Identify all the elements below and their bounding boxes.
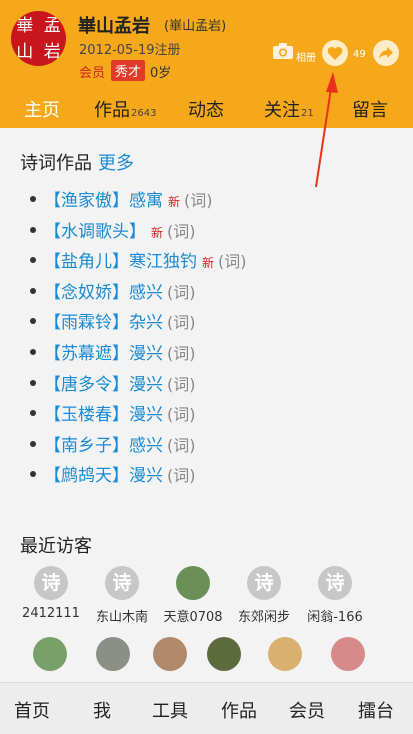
- member-label: 会员: [79, 66, 106, 81]
- section-heading: 诗词作品: [20, 153, 92, 174]
- share-button[interactable]: [373, 40, 399, 66]
- avatar[interactable]: [268, 637, 302, 671]
- rank-badge: 秀才: [111, 60, 146, 81]
- share-arrow-icon: [379, 47, 393, 59]
- poem-item[interactable]: 【苏幕遮】漫兴 (词): [30, 339, 400, 370]
- visitor[interactable]: 诗 东郊闲步: [228, 566, 300, 625]
- poem-item[interactable]: 【渔家傲】感寓新 (词): [30, 186, 400, 217]
- nav-members[interactable]: 会员: [289, 697, 325, 723]
- seal-char: 岩: [43, 42, 61, 62]
- poem-title[interactable]: 【玉楼春】漫兴: [44, 405, 163, 425]
- visitor[interactable]: 诗 2412111: [15, 566, 87, 621]
- poem-item[interactable]: 【南乡子】感兴 (词): [30, 431, 400, 462]
- poem-item[interactable]: 【水调歌头】新 (词): [30, 217, 400, 248]
- poem-item[interactable]: 【盐角儿】寒江独钓新 (词): [30, 247, 400, 278]
- tab-works[interactable]: 作品2643: [94, 96, 156, 122]
- nav-home[interactable]: 首页: [14, 697, 50, 723]
- poem-kind: (词): [167, 282, 196, 302]
- poem-kind: (词): [167, 343, 196, 363]
- poem-kind: (词): [218, 252, 247, 272]
- poem-title[interactable]: 【唐多令】漫兴: [44, 375, 163, 395]
- visitor[interactable]: 诗 东山木南: [86, 566, 158, 625]
- seal-char: 山: [16, 42, 34, 62]
- camera-icon[interactable]: [272, 42, 294, 60]
- poem-title[interactable]: 【渔家傲】感寓: [44, 191, 163, 211]
- tab-label: 动态: [188, 100, 224, 121]
- tab-home[interactable]: 主页: [24, 96, 60, 122]
- poem-item[interactable]: 【鹧鸪天】漫兴 (词): [30, 461, 400, 492]
- poem-kind: (词): [167, 435, 196, 455]
- poem-item[interactable]: 【雨霖铃】杂兴 (词): [30, 308, 400, 339]
- album-label: 相册: [296, 53, 316, 64]
- avatar[interactable]: [207, 637, 241, 671]
- heart-icon: [327, 46, 343, 60]
- poem-title[interactable]: 【水调歌头】: [44, 222, 146, 242]
- visitor-name: 天意0708: [163, 610, 223, 625]
- avatar: 诗: [34, 566, 68, 600]
- avatar[interactable]: [33, 637, 67, 671]
- seal-char: 孟: [43, 16, 61, 36]
- poems-section-title: 诗词作品 更多: [20, 149, 134, 175]
- like-button[interactable]: [322, 40, 348, 66]
- nav-arena[interactable]: 擂台: [358, 697, 394, 723]
- tab-label: 主页: [24, 100, 60, 121]
- bottom-nav: 首页 我 工具 作品 会员 擂台: [0, 682, 413, 734]
- tab-following[interactable]: 关注21: [264, 96, 314, 122]
- tab-label: 留言: [352, 100, 388, 121]
- profile-alias: (崋山孟岩): [164, 19, 227, 34]
- visitor[interactable]: 天意0708: [157, 566, 229, 625]
- nav-tools[interactable]: 工具: [152, 697, 188, 723]
- tab-count: 21: [301, 108, 314, 119]
- poem-kind: (词): [167, 466, 196, 486]
- avatar-seal[interactable]: 崋 孟 山 岩: [11, 11, 66, 66]
- poem-item[interactable]: 【念奴娇】感兴 (词): [30, 278, 400, 309]
- tab-activity[interactable]: 动态: [188, 96, 224, 122]
- profile-tabs: 主页 作品2643 动态 关注21 留言: [0, 90, 413, 128]
- likes-count: 49: [353, 49, 366, 60]
- new-badge: 新: [168, 195, 181, 209]
- nav-me[interactable]: 我: [93, 697, 111, 723]
- avatar: [176, 566, 210, 600]
- visitor-name: 闲翁-166: [307, 610, 363, 625]
- poem-title[interactable]: 【南乡子】感兴: [44, 436, 163, 456]
- poem-kind: (词): [167, 374, 196, 394]
- poem-title[interactable]: 【念奴娇】感兴: [44, 283, 163, 303]
- poem-kind: (词): [167, 405, 196, 425]
- new-badge: 新: [202, 256, 215, 271]
- poem-kind: (词): [184, 191, 213, 210]
- avatar[interactable]: [96, 637, 130, 671]
- avatar: 诗: [318, 566, 352, 600]
- poem-item[interactable]: 【唐多令】漫兴 (词): [30, 370, 400, 401]
- profile-header: 崋 孟 山 岩 崋山孟岩 (崋山孟岩) 2012-05-19注册 会员 秀才 0…: [0, 0, 413, 90]
- tab-count: 2643: [131, 108, 157, 119]
- nav-works[interactable]: 作品: [221, 697, 257, 723]
- poem-list: 【渔家傲】感寓新 (词) 【水调歌头】新 (词) 【盐角儿】寒江独钓新 (词) 【念奴…: [30, 186, 400, 492]
- visitors-section-title: 最近访客: [20, 536, 92, 557]
- poem-title[interactable]: 【雨霖铃】杂兴: [44, 313, 163, 333]
- profile-name: 崋山孟岩: [78, 16, 150, 37]
- poem-kind: (词): [167, 221, 196, 241]
- tab-label: 关注: [264, 100, 300, 121]
- seal-char: 崋: [16, 16, 34, 36]
- tab-messages[interactable]: 留言: [352, 96, 388, 122]
- poem-item[interactable]: 【玉楼春】漫兴 (词): [30, 400, 400, 431]
- poem-kind: (词): [167, 313, 196, 333]
- avatar: 诗: [105, 566, 139, 600]
- new-badge: 新: [151, 225, 164, 240]
- poem-title[interactable]: 【苏幕遮】漫兴: [44, 344, 163, 364]
- more-link[interactable]: 更多: [98, 153, 134, 174]
- avatar[interactable]: [153, 637, 187, 671]
- tab-label: 作品: [94, 100, 130, 121]
- avatar[interactable]: [331, 637, 365, 671]
- poem-title[interactable]: 【盐角儿】寒江独钓: [44, 252, 197, 272]
- age-label: 0岁: [150, 66, 172, 81]
- registration-date: 2012-05-19注册: [79, 43, 181, 58]
- avatar: 诗: [247, 566, 281, 600]
- visitor-name: 东山木南: [95, 610, 148, 625]
- visitor-name: 2412111: [22, 606, 80, 621]
- poem-title[interactable]: 【鹧鸪天】漫兴: [44, 466, 163, 486]
- visitor[interactable]: 诗 闲翁-166: [299, 566, 371, 625]
- visitor-name: 东郊闲步: [237, 610, 290, 625]
